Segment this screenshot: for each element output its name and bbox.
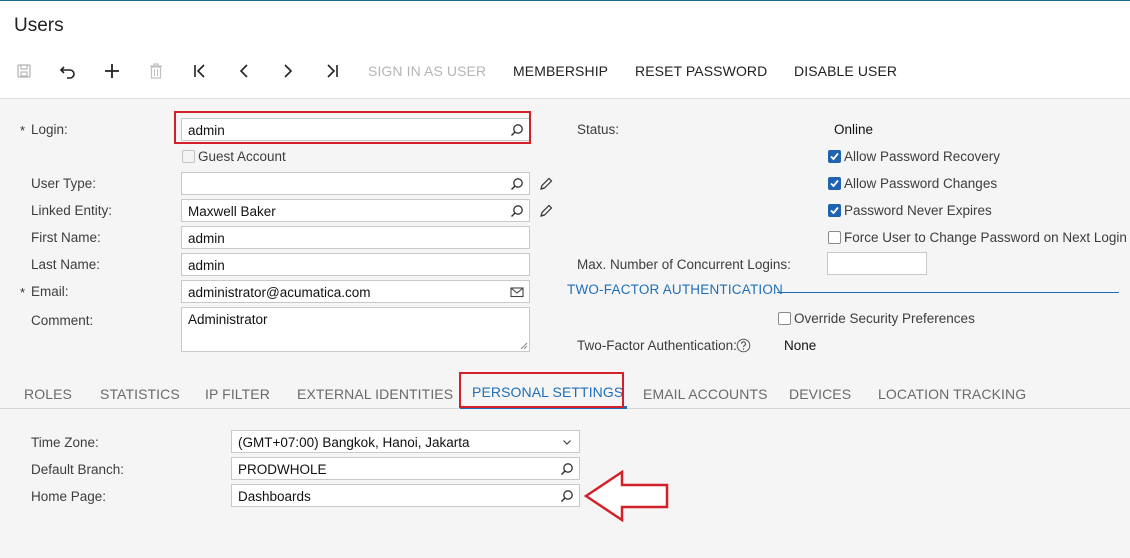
next-record-icon[interactable] [277,60,299,82]
time-zone-label: Time Zone: [31,435,99,450]
login-label: Login: [31,122,68,137]
guest-account-checkbox[interactable] [182,150,195,163]
password-never-expires-label: Password Never Expires [844,203,992,218]
tab-external-identities[interactable]: EXTERNAL IDENTITIES [297,386,453,402]
user-type-label: User Type: [31,176,97,191]
toolbar: SIGN IN AS USER MEMBERSHIP RESET PASSWOR… [0,58,1130,84]
tab-bar: ROLES STATISTICS IP FILTER EXTERNAL IDEN… [0,368,1130,409]
force-change-password-label: Force User to Change Password on Next Lo… [844,230,1127,245]
max-concurrent-logins-field[interactable] [827,252,927,275]
status-label: Status: [577,122,620,137]
allow-password-recovery-checkbox[interactable] [828,150,841,163]
membership-button[interactable]: MEMBERSHIP [513,63,608,79]
top-accent-line [0,0,1130,1]
first-name-value: admin [188,231,225,246]
tab-location-tracking[interactable]: LOCATION TRACKING [878,386,1026,402]
required-marker: * [20,285,26,300]
save-icon[interactable] [13,60,35,82]
last-name-field[interactable]: admin [181,253,530,276]
reset-password-button[interactable]: RESET PASSWORD [635,63,767,79]
delete-icon[interactable] [145,60,167,82]
undo-icon[interactable] [57,60,79,82]
status-value: Online [834,122,874,137]
last-name-value: admin [188,258,225,273]
tab-devices[interactable]: DEVICES [789,386,851,402]
help-icon[interactable] [736,338,751,353]
comment-value: Administrator [188,312,268,327]
pointer-arrow-icon [584,470,669,522]
first-record-icon[interactable] [189,60,211,82]
override-security-label: Override Security Preferences [794,311,975,326]
allow-password-recovery-label: Allow Password Recovery [844,149,1001,164]
tab-roles[interactable]: ROLES [24,386,72,402]
previous-record-icon[interactable] [233,60,255,82]
last-record-icon[interactable] [321,60,343,82]
section-divider [777,292,1119,293]
home-page-label: Home Page: [31,489,107,504]
mail-icon[interactable] [510,285,524,299]
email-value: administrator@acumatica.com [188,285,371,300]
comment-label: Comment: [31,313,94,328]
tab-statistics[interactable]: STATISTICS [100,386,180,402]
resize-handle-icon[interactable] [520,342,528,350]
home-page-field[interactable]: Dashboards [231,484,580,507]
linked-entity-label: Linked Entity: [31,203,113,218]
linked-entity-value: Maxwell Baker [188,204,276,219]
default-branch-value: PRODWHOLE [238,462,327,477]
two-factor-auth-value: None [784,338,817,353]
first-name-field[interactable]: admin [181,226,530,249]
tab-ip-filter[interactable]: IP FILTER [205,386,270,402]
search-icon[interactable] [560,462,574,476]
allow-password-changes-label: Allow Password Changes [844,176,998,191]
two-factor-auth-label: Two-Factor Authentication: [577,338,737,353]
comment-textarea[interactable]: Administrator [181,307,530,352]
home-page-value: Dashboards [238,489,311,504]
tab-email-accounts[interactable]: EMAIL ACCOUNTS [643,386,768,402]
add-icon[interactable] [101,60,123,82]
first-name-label: First Name: [31,230,101,245]
password-never-expires-checkbox[interactable] [828,204,841,217]
default-branch-field[interactable]: PRODWHOLE [231,457,580,480]
tab-highlight-box [459,372,624,408]
time-zone-select[interactable]: (GMT+07:00) Bangkok, Hanoi, Jakarta [231,430,580,453]
search-icon[interactable] [560,489,574,503]
last-name-label: Last Name: [31,257,101,272]
force-change-password-checkbox[interactable] [828,231,841,244]
edit-pencil-icon[interactable] [538,176,554,192]
page-title: Users [14,15,64,36]
login-highlight-box [174,111,531,144]
time-zone-value: (GMT+07:00) Bangkok, Hanoi, Jakarta [238,435,470,450]
disable-user-button[interactable]: DISABLE USER [794,63,897,79]
max-concurrent-logins-label: Max. Number of Concurrent Logins: [577,257,791,272]
sign-in-as-user-button[interactable]: SIGN IN AS USER [368,63,486,79]
two-factor-section-header: TWO-FACTOR AUTHENTICATION [567,282,783,297]
guest-account-label: Guest Account [198,149,286,164]
search-icon[interactable] [510,177,524,191]
allow-password-changes-checkbox[interactable] [828,177,841,190]
edit-pencil-icon[interactable] [538,203,554,219]
chevron-down-icon[interactable] [560,435,574,449]
user-type-field[interactable] [181,172,530,195]
linked-entity-field[interactable]: Maxwell Baker [181,199,530,222]
email-field[interactable]: administrator@acumatica.com [181,280,530,303]
required-marker: * [20,123,26,138]
override-security-checkbox[interactable] [778,312,791,325]
default-branch-label: Default Branch: [31,462,125,477]
email-label: Email: [31,284,69,299]
search-icon[interactable] [510,204,524,218]
